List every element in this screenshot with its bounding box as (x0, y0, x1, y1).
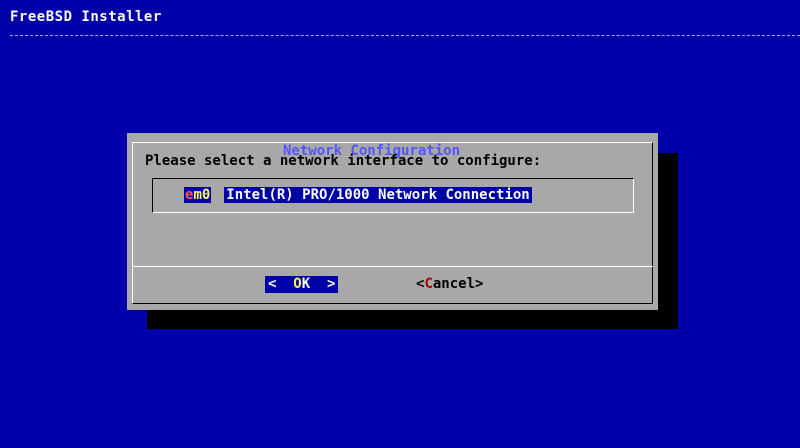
interface-tag-rest: m0 (193, 187, 211, 203)
title-divider (10, 35, 800, 36)
ok-button[interactable]: < OK > (265, 276, 339, 293)
cancel-right-bracket: > (475, 276, 484, 292)
ok-hotkey: O (293, 276, 302, 292)
interface-description: Intel(R) PRO/1000 Network Connection (224, 187, 532, 203)
cancel-button[interactable]: <Cancel> (416, 276, 483, 293)
ok-rest: K (301, 276, 311, 292)
ok-left-bracket: < (268, 276, 277, 292)
interface-tag: em0 (184, 187, 212, 203)
dialog-prompt: Please select a network interface to con… (145, 153, 542, 169)
interface-list: em0 Intel(R) PRO/1000 Network Connection (152, 178, 634, 213)
network-config-dialog: Network Configuration Please select a ne… (127, 133, 658, 310)
installer-title: FreeBSD Installer (10, 9, 162, 25)
interface-item-em0[interactable]: em0 Intel(R) PRO/1000 Network Connection (184, 187, 532, 204)
installer-screen: { "app": { "title": "FreeBSD Installer" … (0, 0, 800, 448)
cancel-rest: ancel (432, 276, 476, 292)
ok-right-bracket: > (327, 276, 336, 292)
cancel-hotkey: C (424, 276, 433, 292)
button-separator (132, 266, 653, 267)
